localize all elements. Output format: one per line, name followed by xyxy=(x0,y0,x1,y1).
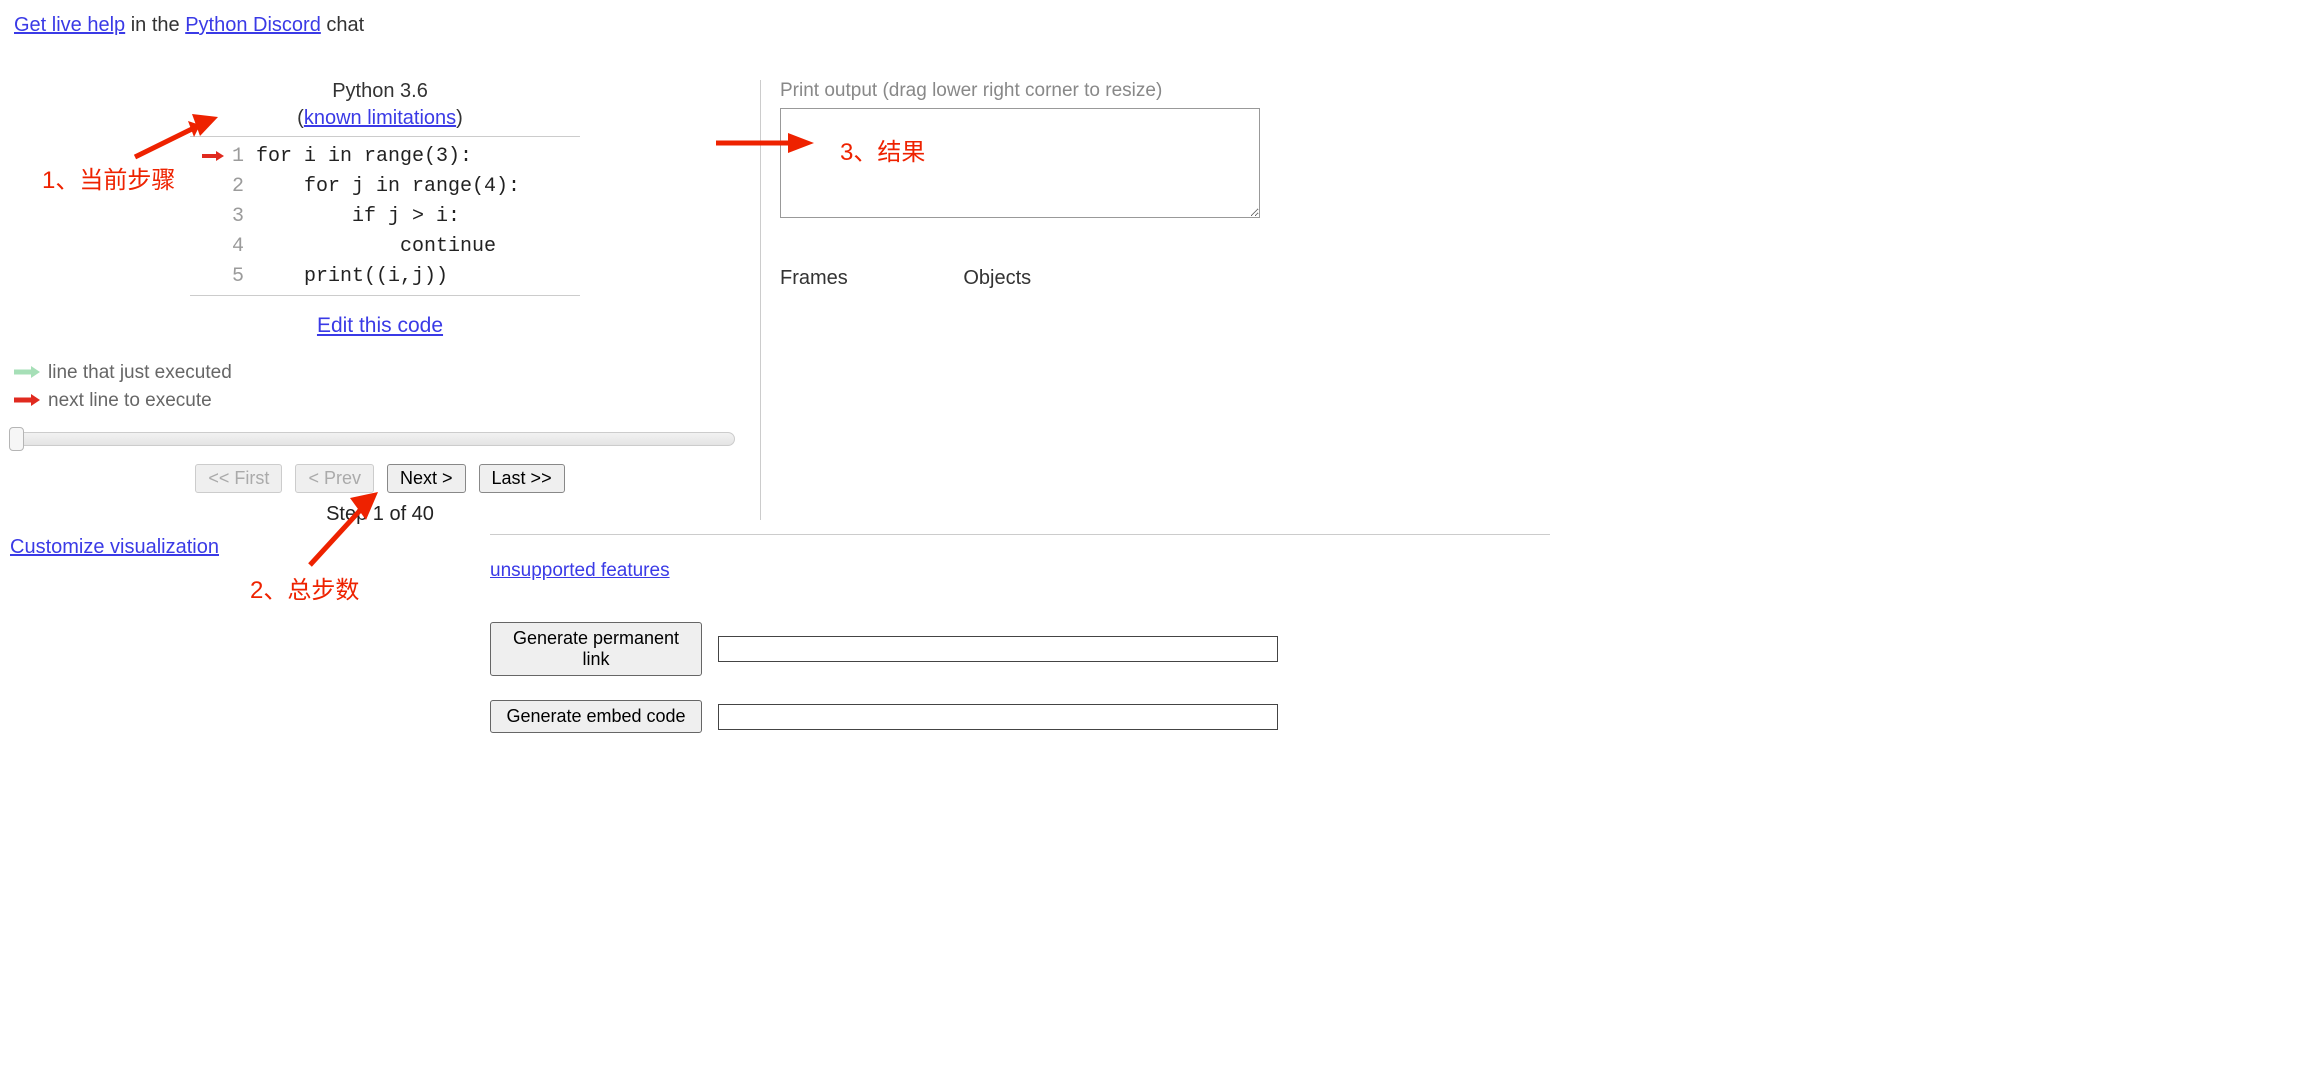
slider-handle[interactable] xyxy=(9,427,24,451)
embed-row: Generate embed code xyxy=(490,700,1278,733)
output-panel: Print output (drag lower right corner to… xyxy=(780,80,1320,290)
next-arrow-icon xyxy=(14,390,42,412)
legend-next: next line to execute xyxy=(14,390,750,412)
legend: line that just executed next line to exe… xyxy=(14,362,750,412)
help-line: Get live help in the Python Discord chat xyxy=(14,14,364,37)
code-box: 1 for i in range(3): 2 for j in range(4)… xyxy=(190,136,580,296)
unsupported-wrap: unsupported features xyxy=(490,560,1278,582)
known-limitations-link[interactable]: known limitations xyxy=(304,107,456,129)
customize-visualization-link[interactable]: Customize visualization xyxy=(10,536,219,558)
python-version-label: Python 3.6 xyxy=(10,80,750,103)
first-button[interactable]: << First xyxy=(195,464,282,493)
prev-button[interactable]: < Prev xyxy=(295,464,374,493)
code-line: 4 continue xyxy=(190,231,580,261)
permalink-row: Generate permanent link xyxy=(490,622,1278,676)
next-button[interactable]: Next > xyxy=(387,464,466,493)
permalink-input[interactable] xyxy=(718,636,1278,662)
get-live-help-link[interactable]: Get live help xyxy=(14,14,125,36)
paren-open: ( xyxy=(297,107,304,129)
code-text: continue xyxy=(256,235,496,258)
line-number: 1 xyxy=(230,145,256,168)
code-text: if j > i: xyxy=(256,205,460,228)
unsupported-features-link[interactable]: unsupported features xyxy=(490,560,670,581)
annotation-2-arrow-icon xyxy=(300,490,390,570)
help-chat: chat xyxy=(321,14,364,36)
objects-label: Objects xyxy=(963,267,1031,289)
executed-arrow-icon xyxy=(14,362,42,384)
line-number: 3 xyxy=(230,205,256,228)
line-number: 2 xyxy=(230,175,256,198)
code-text: for j in range(4): xyxy=(256,175,520,198)
code-line: 3 if j > i: xyxy=(190,201,580,231)
embed-input[interactable] xyxy=(718,704,1278,730)
generate-embed-button[interactable]: Generate embed code xyxy=(490,700,702,733)
code-text: for i in range(3): xyxy=(256,145,472,168)
code-line: 1 for i in range(3): xyxy=(190,141,580,171)
frames-objects-row: Frames Objects xyxy=(780,267,1320,290)
code-visualizer-panel: Python 3.6 (known limitations) 1 for i i… xyxy=(10,80,750,559)
legend-next-label: next line to execute xyxy=(48,390,212,412)
annotation-1-label: 1、当前步骤 xyxy=(42,160,175,195)
annotation-3-arrow-icon xyxy=(716,128,816,158)
edit-code-wrap: Edit this code xyxy=(10,314,750,338)
horizontal-divider xyxy=(490,534,1550,535)
code-text: print((i,j)) xyxy=(256,265,448,288)
code-line: 2 for j in range(4): xyxy=(190,171,580,201)
annotation-2-label: 2、总步数 xyxy=(250,570,359,605)
code-line: 5 print((i,j)) xyxy=(190,261,580,291)
paren-close: ) xyxy=(456,107,463,129)
annotation-1-arrow-icon xyxy=(130,112,220,162)
help-in-the: in the xyxy=(125,14,185,36)
limitations-line: (known limitations) xyxy=(10,107,750,130)
nav-buttons: << First < Prev Next > Last >> xyxy=(10,464,750,493)
print-output-label: Print output (drag lower right corner to… xyxy=(780,80,1320,102)
step-slider[interactable] xyxy=(10,432,735,446)
line-number: 5 xyxy=(230,265,256,288)
edit-this-code-link[interactable]: Edit this code xyxy=(317,314,443,337)
bottom-section: unsupported features Generate permanent … xyxy=(490,560,1278,757)
python-discord-link[interactable]: Python Discord xyxy=(185,14,321,36)
annotation-3-label: 3、结果 xyxy=(840,132,925,167)
legend-executed: line that just executed xyxy=(14,362,750,384)
frames-label: Frames xyxy=(780,267,848,289)
last-button[interactable]: Last >> xyxy=(479,464,565,493)
line-number: 4 xyxy=(230,235,256,258)
generate-permalink-button[interactable]: Generate permanent link xyxy=(490,622,702,676)
legend-executed-label: line that just executed xyxy=(48,362,232,384)
